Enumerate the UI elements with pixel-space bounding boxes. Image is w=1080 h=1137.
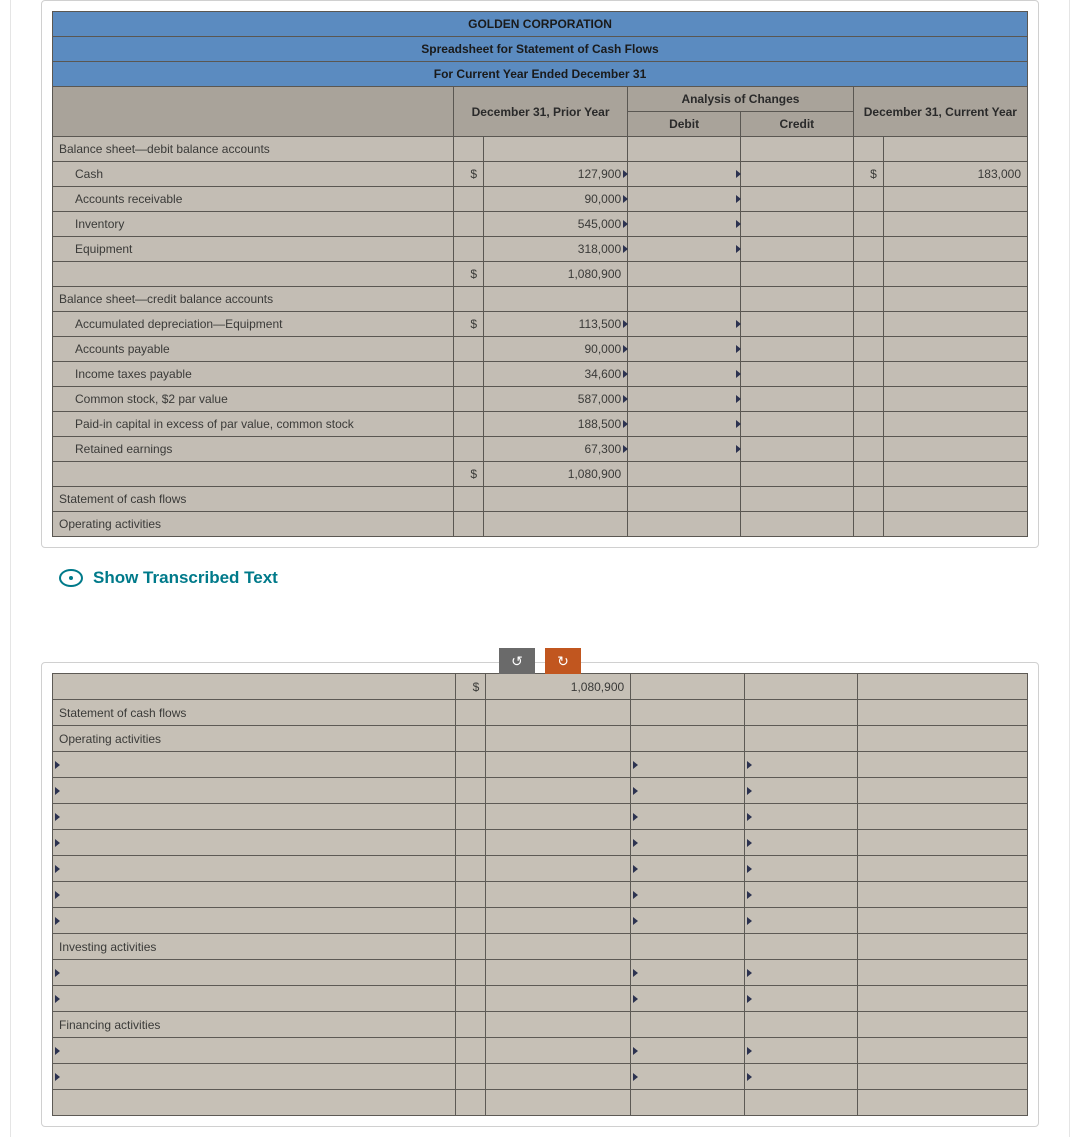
col-current: December 31, Current Year: [853, 87, 1027, 137]
row-re: Retained earnings: [53, 437, 454, 462]
input-row[interactable]: [53, 1064, 456, 1090]
col-prior: December 31, Prior Year: [454, 87, 628, 137]
row-ar: Accounts receivable: [53, 187, 454, 212]
section-credit: Balance sheet—credit balance accounts: [53, 287, 454, 312]
section-operating: Operating activities: [53, 512, 454, 537]
company-name: GOLDEN CORPORATION: [53, 12, 1028, 37]
panel2-total: 1,080,900: [486, 674, 631, 700]
input-row[interactable]: [53, 908, 456, 934]
redo-button[interactable]: ↻: [545, 648, 581, 674]
row-equip: Equipment: [53, 237, 454, 262]
col-credit: Credit: [740, 112, 853, 137]
row-accdep: Accumulated depreciation—Equipment: [53, 312, 454, 337]
cash-flow-spreadsheet: GOLDEN CORPORATION Spreadsheet for State…: [52, 11, 1028, 537]
redo-icon: ↻: [557, 653, 569, 670]
undo-button[interactable]: ↺: [499, 648, 535, 674]
input-row[interactable]: [53, 960, 456, 986]
p2-investing: Investing activities: [53, 934, 456, 960]
undo-icon: ↺: [511, 653, 523, 670]
cash-flow-input-grid: $ 1,080,900 Statement of cash flows Oper…: [52, 673, 1028, 1116]
input-row[interactable]: [53, 778, 456, 804]
p2-financing: Financing activities: [53, 1012, 456, 1038]
input-row[interactable]: [53, 1038, 456, 1064]
input-row[interactable]: [53, 752, 456, 778]
section-stmt-cf: Statement of cash flows: [53, 487, 454, 512]
eye-icon: [59, 569, 83, 587]
col-analysis: Analysis of Changes: [628, 87, 854, 112]
section-debit: Balance sheet—debit balance accounts: [53, 137, 454, 162]
input-row[interactable]: [53, 830, 456, 856]
input-row[interactable]: [53, 986, 456, 1012]
input-row[interactable]: [53, 856, 456, 882]
doc-title: Spreadsheet for Statement of Cash Flows: [53, 37, 1028, 62]
row-inv: Inventory: [53, 212, 454, 237]
col-debit: Debit: [628, 112, 741, 137]
doc-period: For Current Year Ended December 31: [53, 62, 1028, 87]
credit-total: 1,080,900: [484, 462, 628, 487]
debit-total: 1,080,900: [484, 262, 628, 287]
row-ap: Accounts payable: [53, 337, 454, 362]
row-cs: Common stock, $2 par value: [53, 387, 454, 412]
show-transcribed-text-link[interactable]: Show Transcribed Text: [59, 568, 1039, 588]
input-row[interactable]: [53, 804, 456, 830]
row-cash: Cash: [53, 162, 454, 187]
p2-stmt-cf: Statement of cash flows: [53, 700, 456, 726]
p2-operating: Operating activities: [53, 726, 456, 752]
row-itp: Income taxes payable: [53, 362, 454, 387]
input-row[interactable]: [53, 882, 456, 908]
row-pic: Paid-in capital in excess of par value, …: [53, 412, 454, 437]
